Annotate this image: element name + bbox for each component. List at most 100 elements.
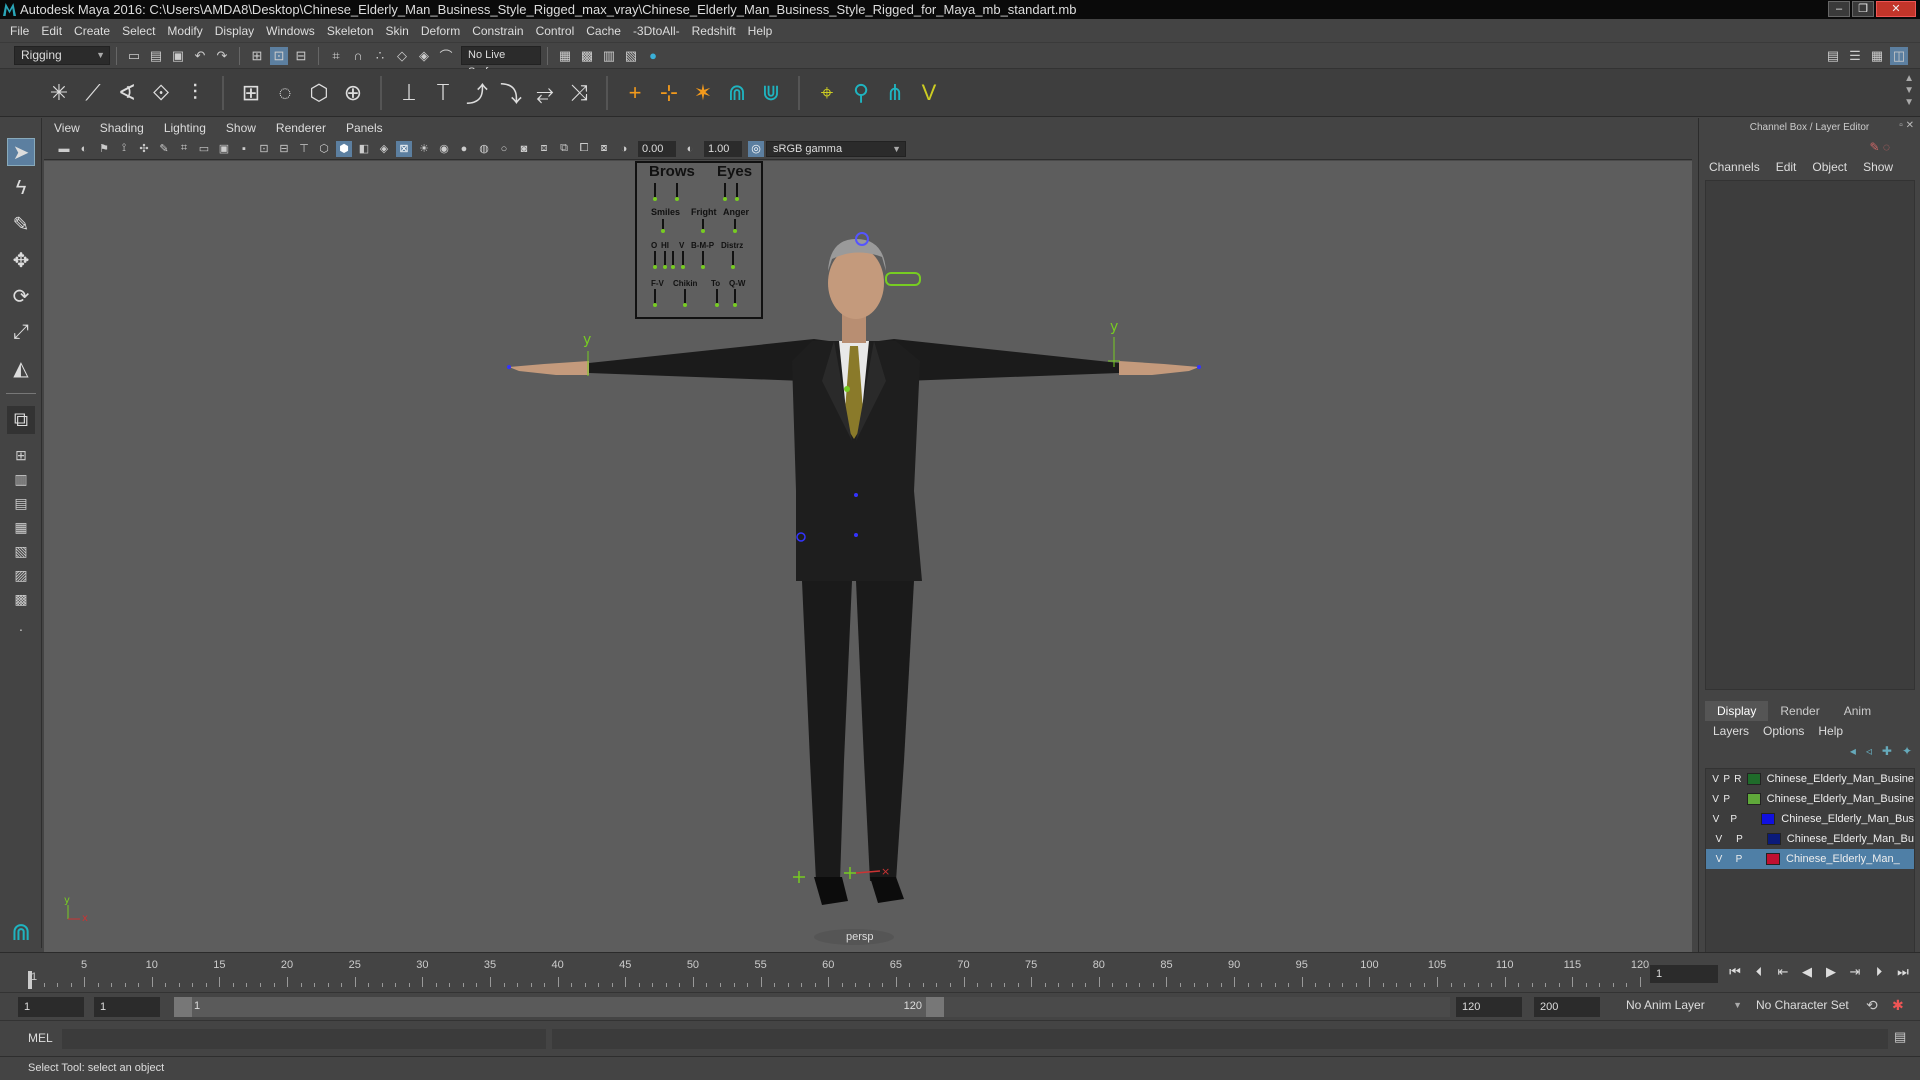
layer-color-swatch[interactable] <box>1747 793 1761 805</box>
panel-menu-panels[interactable]: Panels <box>346 121 383 135</box>
menu-redshift[interactable]: Redshift <box>692 24 736 38</box>
animation-start-field[interactable]: 1 <box>18 997 84 1017</box>
save-scene-icon[interactable]: ▣ <box>169 47 187 65</box>
tab-anim[interactable]: Anim <box>1832 701 1883 721</box>
panel-float-close-icon[interactable]: ▫ ✕ <box>1899 120 1914 131</box>
ik-fk-switch-icon[interactable]: V <box>915 79 943 107</box>
step-forward-frame-icon[interactable]: ⏵ <box>1870 963 1888 981</box>
layer-playback-toggle[interactable]: P <box>1721 794 1732 805</box>
camera-select-icon[interactable]: ▬ <box>56 141 72 157</box>
hypershade-layout-icon[interactable]: ▦ <box>7 516 35 538</box>
bookmark-icon[interactable]: ⚑ <box>96 141 112 157</box>
exposure-icon[interactable]: ◑ <box>616 141 632 157</box>
playback-end-field[interactable]: 120 <box>1456 997 1522 1017</box>
step-forward-key-icon[interactable]: ⇥ <box>1846 963 1864 981</box>
hik-skeleton-icon[interactable]: ⋓ <box>757 79 785 107</box>
gamma-field[interactable]: 1.00 <box>704 140 742 157</box>
layer-playback-toggle[interactable]: P <box>1722 814 1746 825</box>
anim-prefs-icon[interactable]: ✱ <box>1892 997 1904 1014</box>
select-component-icon[interactable]: ⊟ <box>292 47 310 65</box>
character-set-dropdown[interactable]: No Character Set <box>1750 997 1862 1016</box>
control-curve-icon[interactable]: ⌖ <box>813 79 841 107</box>
scale-tool-icon[interactable]: ⤢ <box>7 318 35 346</box>
make-live-icon[interactable]: ⌒ <box>437 47 455 65</box>
use-lights-icon[interactable]: ☀ <box>416 141 432 157</box>
layer-visibility-toggle[interactable]: V <box>1710 814 1722 825</box>
menu-skeleton[interactable]: Skeleton <box>327 24 374 38</box>
menu-set-dropdown[interactable]: Rigging ▼ <box>14 46 110 65</box>
open-scene-icon[interactable]: ▤ <box>147 47 165 65</box>
play-forwards-icon[interactable]: ▶ <box>1822 963 1840 981</box>
bind-skin-icon[interactable]: ⟘ <box>395 79 423 107</box>
layer-display-type[interactable]: R <box>1732 774 1743 785</box>
panel-menu-lighting[interactable]: Lighting <box>164 121 206 135</box>
point-constraint-icon[interactable]: ⊹ <box>655 79 683 107</box>
new-empty-layer-icon[interactable]: ✚ <box>1882 744 1892 758</box>
range-slider[interactable]: 1 120 <box>174 997 944 1017</box>
xray-components-icon[interactable]: ⧇ <box>596 141 612 157</box>
2d-pan-icon[interactable]: ✣ <box>136 141 152 157</box>
isolate-select-icon[interactable]: ⧈ <box>536 141 552 157</box>
current-frame-field[interactable]: 1 <box>1650 965 1718 983</box>
channel-box-toggle-icon[interactable]: ◫ <box>1890 47 1908 65</box>
motion-blur-icon[interactable]: ◍ <box>476 141 492 157</box>
multisample-aa-icon[interactable]: ○ <box>496 141 512 157</box>
layer-color-swatch[interactable] <box>1761 813 1776 825</box>
select-object-icon[interactable]: ⊡ <box>270 46 288 65</box>
safe-title-icon[interactable]: ⊤ <box>296 141 312 157</box>
range-start-handle[interactable] <box>174 997 192 1017</box>
joint-tool-icon[interactable]: ✳ <box>45 79 73 107</box>
menu-file[interactable]: File <box>10 24 29 38</box>
select-tool-icon[interactable]: ➤ <box>7 138 35 166</box>
last-tool-icon[interactable]: ◭ <box>7 354 35 382</box>
rotate-tool-icon[interactable]: ⟳ <box>7 282 35 310</box>
toolbox-collapse-icon[interactable]: · <box>7 618 35 640</box>
cb-menu-object[interactable]: Object <box>1812 160 1847 174</box>
field-chart-icon[interactable]: ⊡ <box>256 141 272 157</box>
color-management-icon[interactable]: ◎ <box>748 140 764 157</box>
current-time-indicator[interactable] <box>28 971 32 989</box>
persp-graph-layout-icon[interactable]: ▤ <box>7 492 35 514</box>
undo-icon[interactable]: ↶ <box>191 47 209 65</box>
insert-joint-icon[interactable]: ⟐ <box>147 79 175 107</box>
layer-name[interactable]: Chinese_Elderly_Man_Bus <box>1781 813 1914 825</box>
snap-grid-icon[interactable]: ⌗ <box>327 47 345 65</box>
ik-handle-icon[interactable]: ⟋ <box>79 79 107 107</box>
influence-icon[interactable]: ⤨ <box>565 79 593 107</box>
menu-display[interactable]: Display <box>215 24 254 38</box>
move-tool-icon[interactable]: ✥ <box>7 246 35 274</box>
xray-joints-icon[interactable]: ⧠ <box>576 141 592 157</box>
redo-icon[interactable]: ↷ <box>213 47 231 65</box>
wrap-deformer-icon[interactable]: ⬡ <box>305 79 333 107</box>
cluster-icon[interactable]: ◌ <box>271 79 299 107</box>
unbind-skin-icon[interactable]: ⟙ <box>429 79 457 107</box>
panel-menu-view[interactable]: View <box>54 121 80 135</box>
menu-control[interactable]: Control <box>536 24 575 38</box>
tab-display[interactable]: Display <box>1705 701 1769 721</box>
aim-constraint-icon[interactable]: ✶ <box>689 79 717 107</box>
four-view-layout-icon[interactable]: ⊞ <box>7 444 35 466</box>
snap-plane-icon[interactable]: ◇ <box>393 47 411 65</box>
default-material-icon[interactable]: ◧ <box>356 141 372 157</box>
script-editor-icon[interactable]: ▤ <box>1894 1029 1906 1045</box>
layer-menu-options[interactable]: Options <box>1763 724 1804 738</box>
layer-row-selected[interactable]: V P Chinese_Elderly_Man_ <box>1706 849 1914 869</box>
layer-name[interactable]: Chinese_Elderly_Man_Bu <box>1787 833 1914 845</box>
textured-icon[interactable]: ⊠ <box>396 140 412 157</box>
new-layer-selected-icon[interactable]: ✦ <box>1902 744 1912 758</box>
menu-skin[interactable]: Skin <box>386 24 409 38</box>
render-view-icon[interactable]: ▦ <box>556 47 574 65</box>
wireframe-on-shaded-icon[interactable]: ◈ <box>376 141 392 157</box>
timeline-track[interactable]: 1 5 10 15 20 25 30 35 40 45 50 55 60 65 70 75 80 85 90 95 10… <box>26 959 1649 989</box>
layer-playback-toggle[interactable]: P <box>1721 774 1732 785</box>
layer-color-swatch[interactable] <box>1747 773 1761 785</box>
layer-playback-toggle[interactable]: P <box>1728 854 1750 865</box>
tab-render[interactable]: Render <box>1768 701 1831 721</box>
move-layer-up-icon[interactable]: ◂ <box>1850 744 1856 758</box>
exposure-field[interactable]: 0.00 <box>638 140 676 157</box>
step-back-key-icon[interactable]: ⇤ <box>1774 963 1792 981</box>
snap-point-icon[interactable]: ∴ <box>371 47 389 65</box>
layer-visibility-toggle[interactable]: V <box>1710 774 1721 785</box>
command-input[interactable] <box>62 1029 546 1049</box>
lasso-tool-icon[interactable]: ϟ <box>7 174 35 202</box>
